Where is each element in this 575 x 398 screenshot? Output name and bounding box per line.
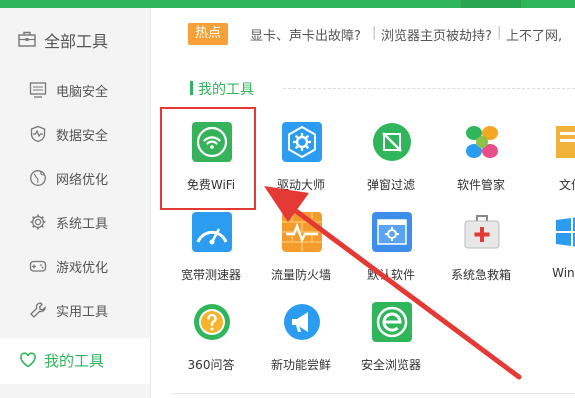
annotation-arrow bbox=[264, 186, 522, 380]
bottom-divider bbox=[172, 393, 575, 394]
